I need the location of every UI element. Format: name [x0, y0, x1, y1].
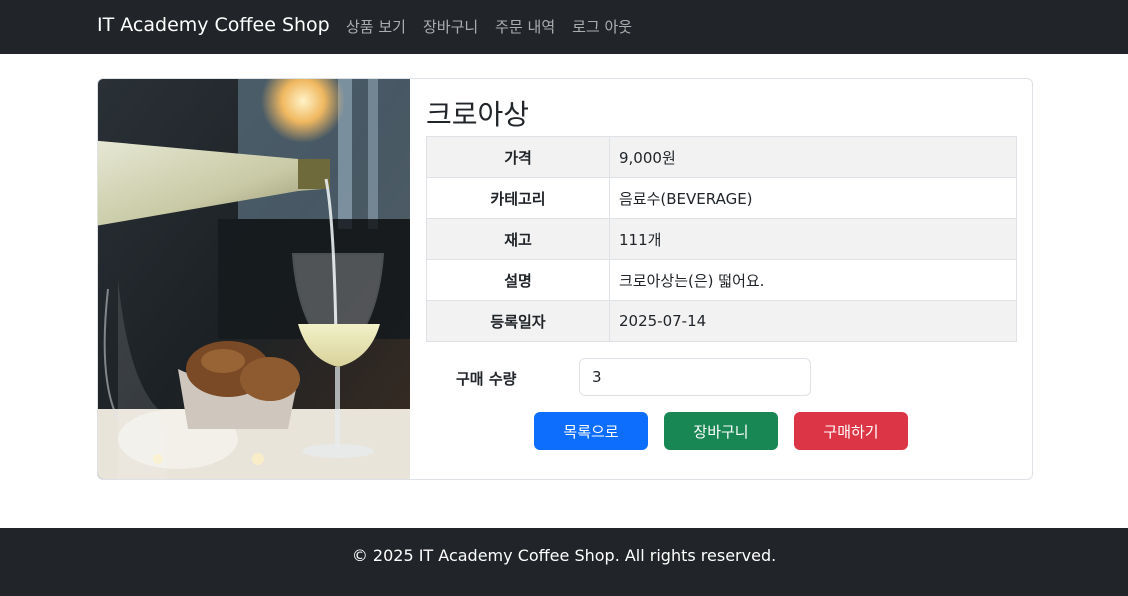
row-label-registered-date: 등록일자 — [426, 300, 610, 342]
nav-menu: 상품 보기 장바구니 주문 내역 로그 아웃 — [346, 16, 632, 37]
product-image — [98, 79, 410, 479]
nav-link-cart[interactable]: 장바구니 — [423, 16, 478, 37]
nav-link-logout[interactable]: 로그 아웃 — [572, 16, 632, 37]
nav-link-products[interactable]: 상품 보기 — [346, 16, 406, 37]
product-info-table: 가격 9,000원 카테고리 음료수(BEVERAGE) 재고 111개 설명 … — [426, 136, 1017, 342]
product-detail-card: 크로아상 가격 9,000원 카테고리 음료수(BEVERAGE) 재고 111… — [97, 78, 1033, 480]
add-to-cart-button[interactable]: 장바구니 — [664, 412, 778, 450]
row-value-description: 크로아상는(은) 떫어요. — [609, 259, 1017, 301]
back-to-list-button[interactable]: 목록으로 — [534, 412, 648, 450]
table-row: 등록일자 2025-07-14 — [426, 300, 1017, 342]
top-navbar: IT Academy Coffee Shop 상품 보기 장바구니 주문 내역 … — [0, 0, 1128, 54]
nav-link-orders[interactable]: 주문 내역 — [495, 16, 555, 37]
product-title: 크로아상 — [426, 98, 530, 131]
row-label-stock: 재고 — [426, 218, 610, 260]
table-row: 가격 9,000원 — [426, 136, 1017, 178]
table-row: 재고 111개 — [426, 218, 1017, 260]
buy-now-button[interactable]: 구매하기 — [794, 412, 908, 450]
quantity-label: 구매 수량 — [456, 370, 517, 388]
row-label-category: 카테고리 — [426, 177, 610, 219]
brand-link[interactable]: IT Academy Coffee Shop — [97, 14, 330, 36]
row-value-stock: 111개 — [609, 218, 1017, 260]
table-row: 카테고리 음료수(BEVERAGE) — [426, 177, 1017, 219]
quantity-input[interactable] — [579, 358, 811, 396]
footer-copyright: © 2025 IT Academy Coffee Shop. All right… — [351, 546, 777, 565]
table-row: 설명 크로아상는(은) 떫어요. — [426, 259, 1017, 301]
row-label-description: 설명 — [426, 259, 610, 301]
row-value-price: 9,000원 — [609, 136, 1017, 178]
page-footer: © 2025 IT Academy Coffee Shop. All right… — [0, 528, 1128, 596]
row-label-price: 가격 — [426, 136, 610, 178]
row-value-registered-date: 2025-07-14 — [609, 300, 1017, 342]
row-value-category: 음료수(BEVERAGE) — [609, 177, 1017, 219]
